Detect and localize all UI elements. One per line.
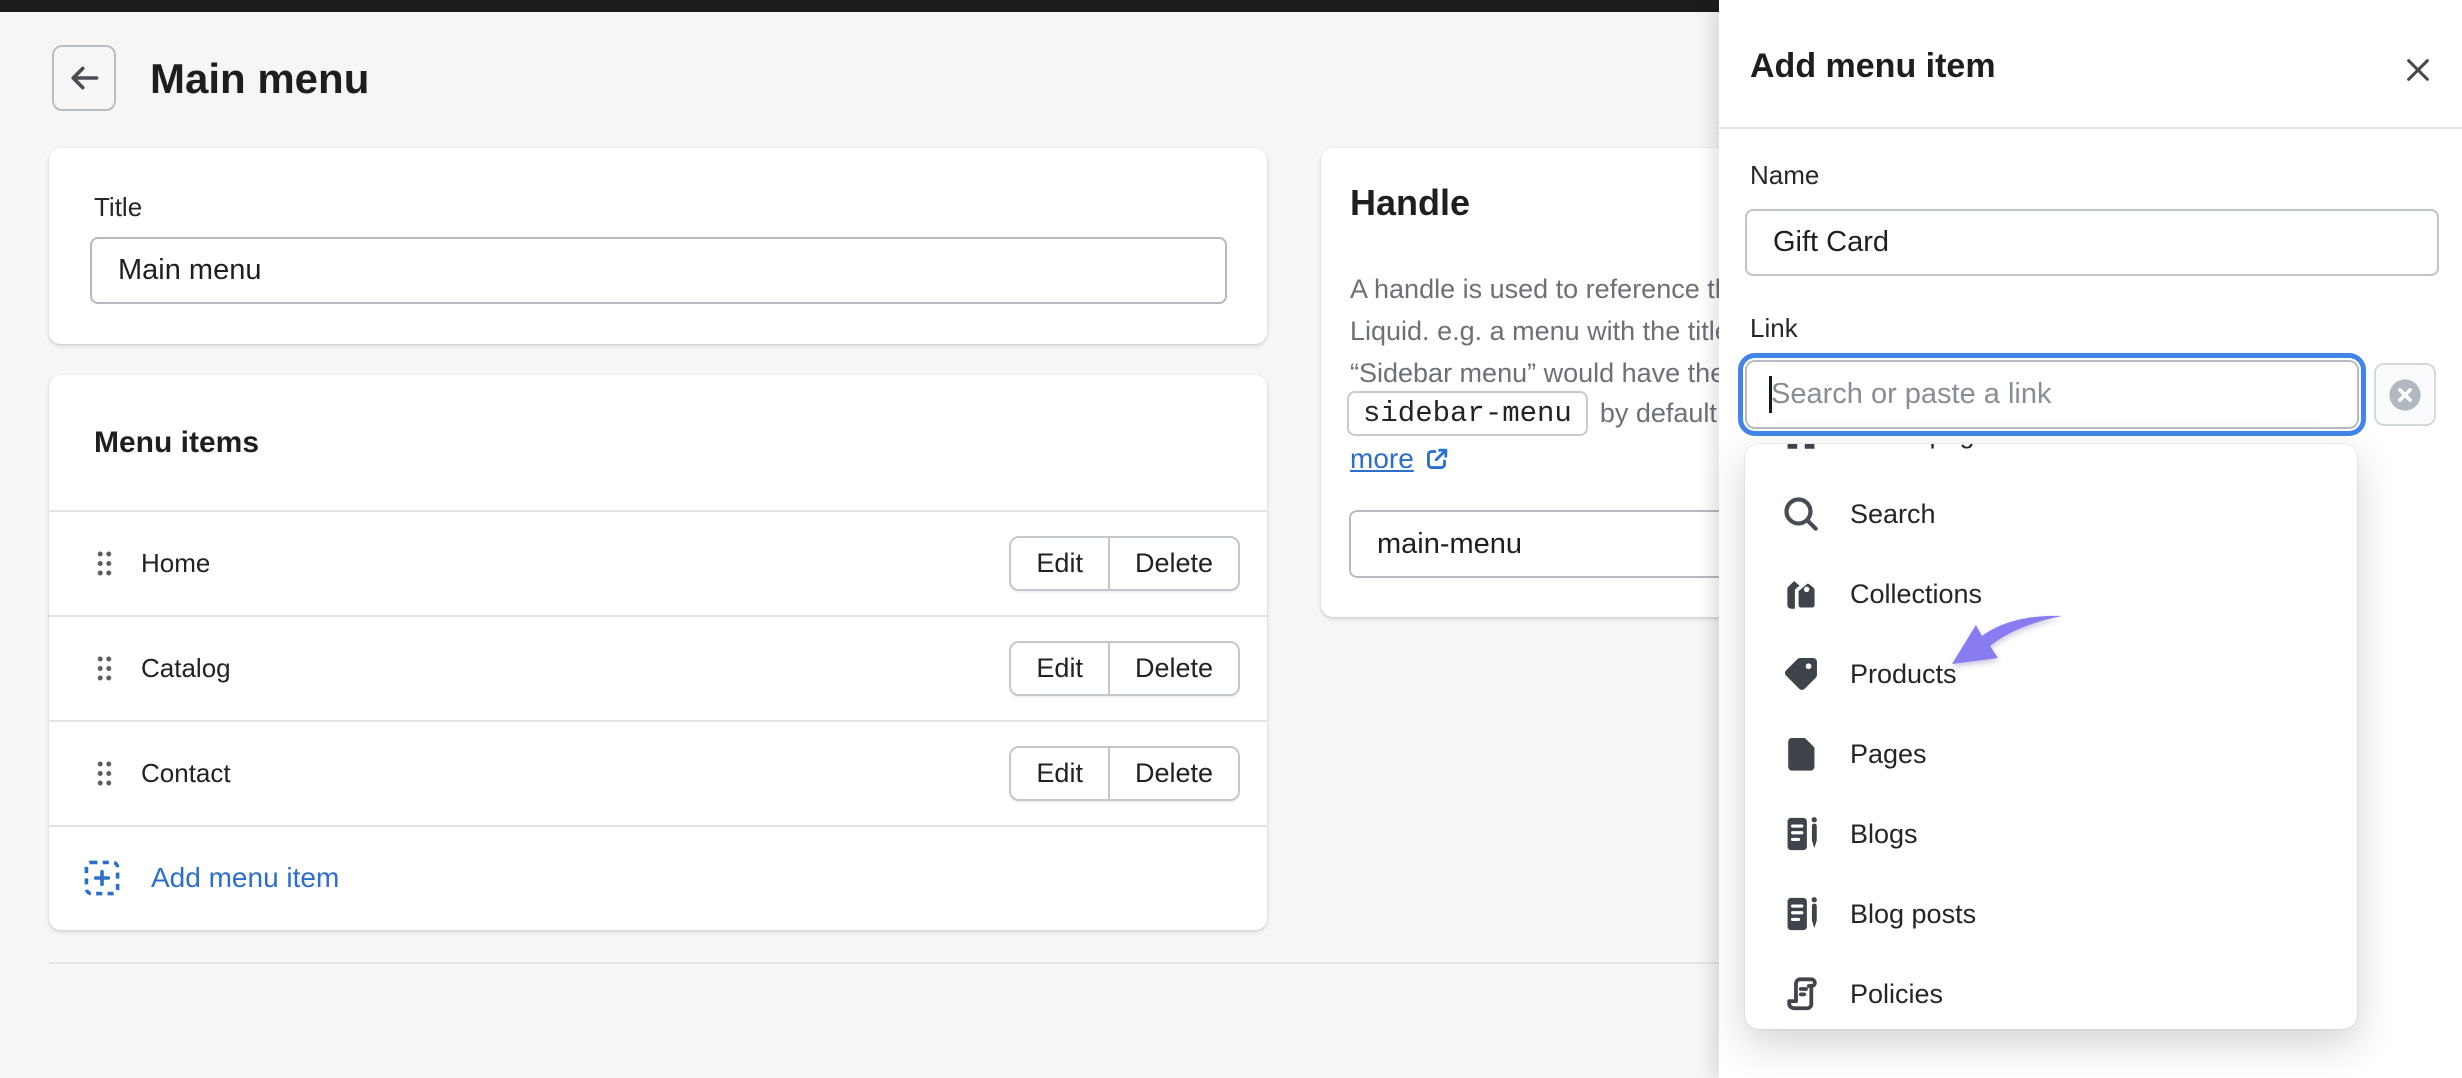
text-caret	[1769, 376, 1772, 413]
handle-code-chip: sidebar-menu	[1347, 391, 1588, 436]
menu-item-label: Contact	[141, 758, 231, 789]
page-title: Main menu	[150, 55, 369, 103]
title-field-label: Title	[94, 192, 142, 223]
link-options-list: Home page Search Collections	[1745, 444, 2357, 1029]
link-option-policies[interactable]: Policies	[1745, 954, 2357, 1029]
close-icon	[2401, 53, 2435, 87]
title-card: Title	[49, 148, 1267, 344]
back-button[interactable]	[52, 45, 116, 111]
collections-icon	[1780, 573, 1822, 615]
link-option-home-page[interactable]: Home page	[1745, 444, 2357, 474]
menu-item-row-contact: Contact Edit Delete	[49, 720, 1267, 825]
panel-title: Add menu item	[1750, 47, 1996, 86]
pages-icon	[1780, 733, 1822, 775]
blogs-icon	[1780, 813, 1822, 855]
learn-more-link[interactable]: more	[1350, 443, 1452, 475]
products-tag-icon	[1780, 653, 1822, 695]
menu-items-heading: Menu items	[94, 426, 259, 460]
name-input[interactable]	[1745, 209, 2439, 276]
link-option-blogs[interactable]: Blogs	[1745, 794, 2357, 874]
add-menu-item-panel: Add menu item Name Link	[1719, 0, 2462, 1078]
edit-button[interactable]: Edit	[1011, 748, 1108, 799]
link-field-label: Link	[1750, 313, 1798, 344]
delete-button[interactable]: Delete	[1108, 538, 1238, 589]
delete-button[interactable]: Delete	[1108, 643, 1238, 694]
menu-item-label: Catalog	[141, 653, 231, 684]
drag-handle-icon[interactable]	[95, 654, 114, 683]
external-link-icon	[1422, 444, 1452, 474]
home-icon	[1780, 444, 1822, 455]
menu-item-row-home: Home Edit Delete	[49, 510, 1267, 615]
clear-circle-x-icon	[2386, 376, 2424, 414]
row-actions: Edit Delete	[1009, 641, 1240, 696]
add-dashed-plus-icon	[83, 859, 121, 897]
back-arrow-icon	[66, 60, 102, 96]
row-actions: Edit Delete	[1009, 536, 1240, 591]
edit-button[interactable]: Edit	[1011, 643, 1108, 694]
add-menu-item-button[interactable]: Add menu item	[49, 825, 1267, 929]
menu-item-row-catalog: Catalog Edit Delete	[49, 615, 1267, 720]
drag-handle-icon[interactable]	[95, 759, 114, 788]
delete-button[interactable]: Delete	[1108, 748, 1238, 799]
panel-header-divider	[1719, 127, 2462, 129]
drag-handle-icon[interactable]	[95, 549, 114, 578]
section-divider	[49, 962, 1719, 964]
link-option-products[interactable]: Products	[1745, 634, 2357, 714]
link-option-pages[interactable]: Pages	[1745, 714, 2357, 794]
clear-link-button[interactable]	[2374, 363, 2436, 426]
menu-item-label: Home	[141, 548, 210, 579]
handle-heading: Handle	[1350, 182, 1470, 224]
edit-button[interactable]: Edit	[1011, 538, 1108, 589]
link-options-dropdown: Home page Search Collections	[1745, 444, 2357, 1029]
navigation-menu-editor: Main menu Title Menu items Home Edit Del…	[0, 0, 2462, 1078]
link-option-search[interactable]: Search	[1745, 474, 2357, 554]
link-search-input[interactable]	[1745, 360, 2359, 429]
menu-title-input[interactable]	[90, 237, 1227, 304]
policies-scroll-icon	[1780, 973, 1822, 1015]
blog-posts-icon	[1780, 893, 1822, 935]
add-menu-item-label: Add menu item	[151, 862, 339, 894]
name-field-label: Name	[1750, 160, 1819, 191]
link-option-blog-posts[interactable]: Blog posts	[1745, 874, 2357, 954]
link-option-collections[interactable]: Collections	[1745, 554, 2357, 634]
close-panel-button[interactable]	[2398, 50, 2438, 90]
row-actions: Edit Delete	[1009, 746, 1240, 801]
search-icon	[1780, 493, 1822, 535]
menu-items-card: Menu items Home Edit Delete Catalog Edit…	[49, 375, 1267, 930]
